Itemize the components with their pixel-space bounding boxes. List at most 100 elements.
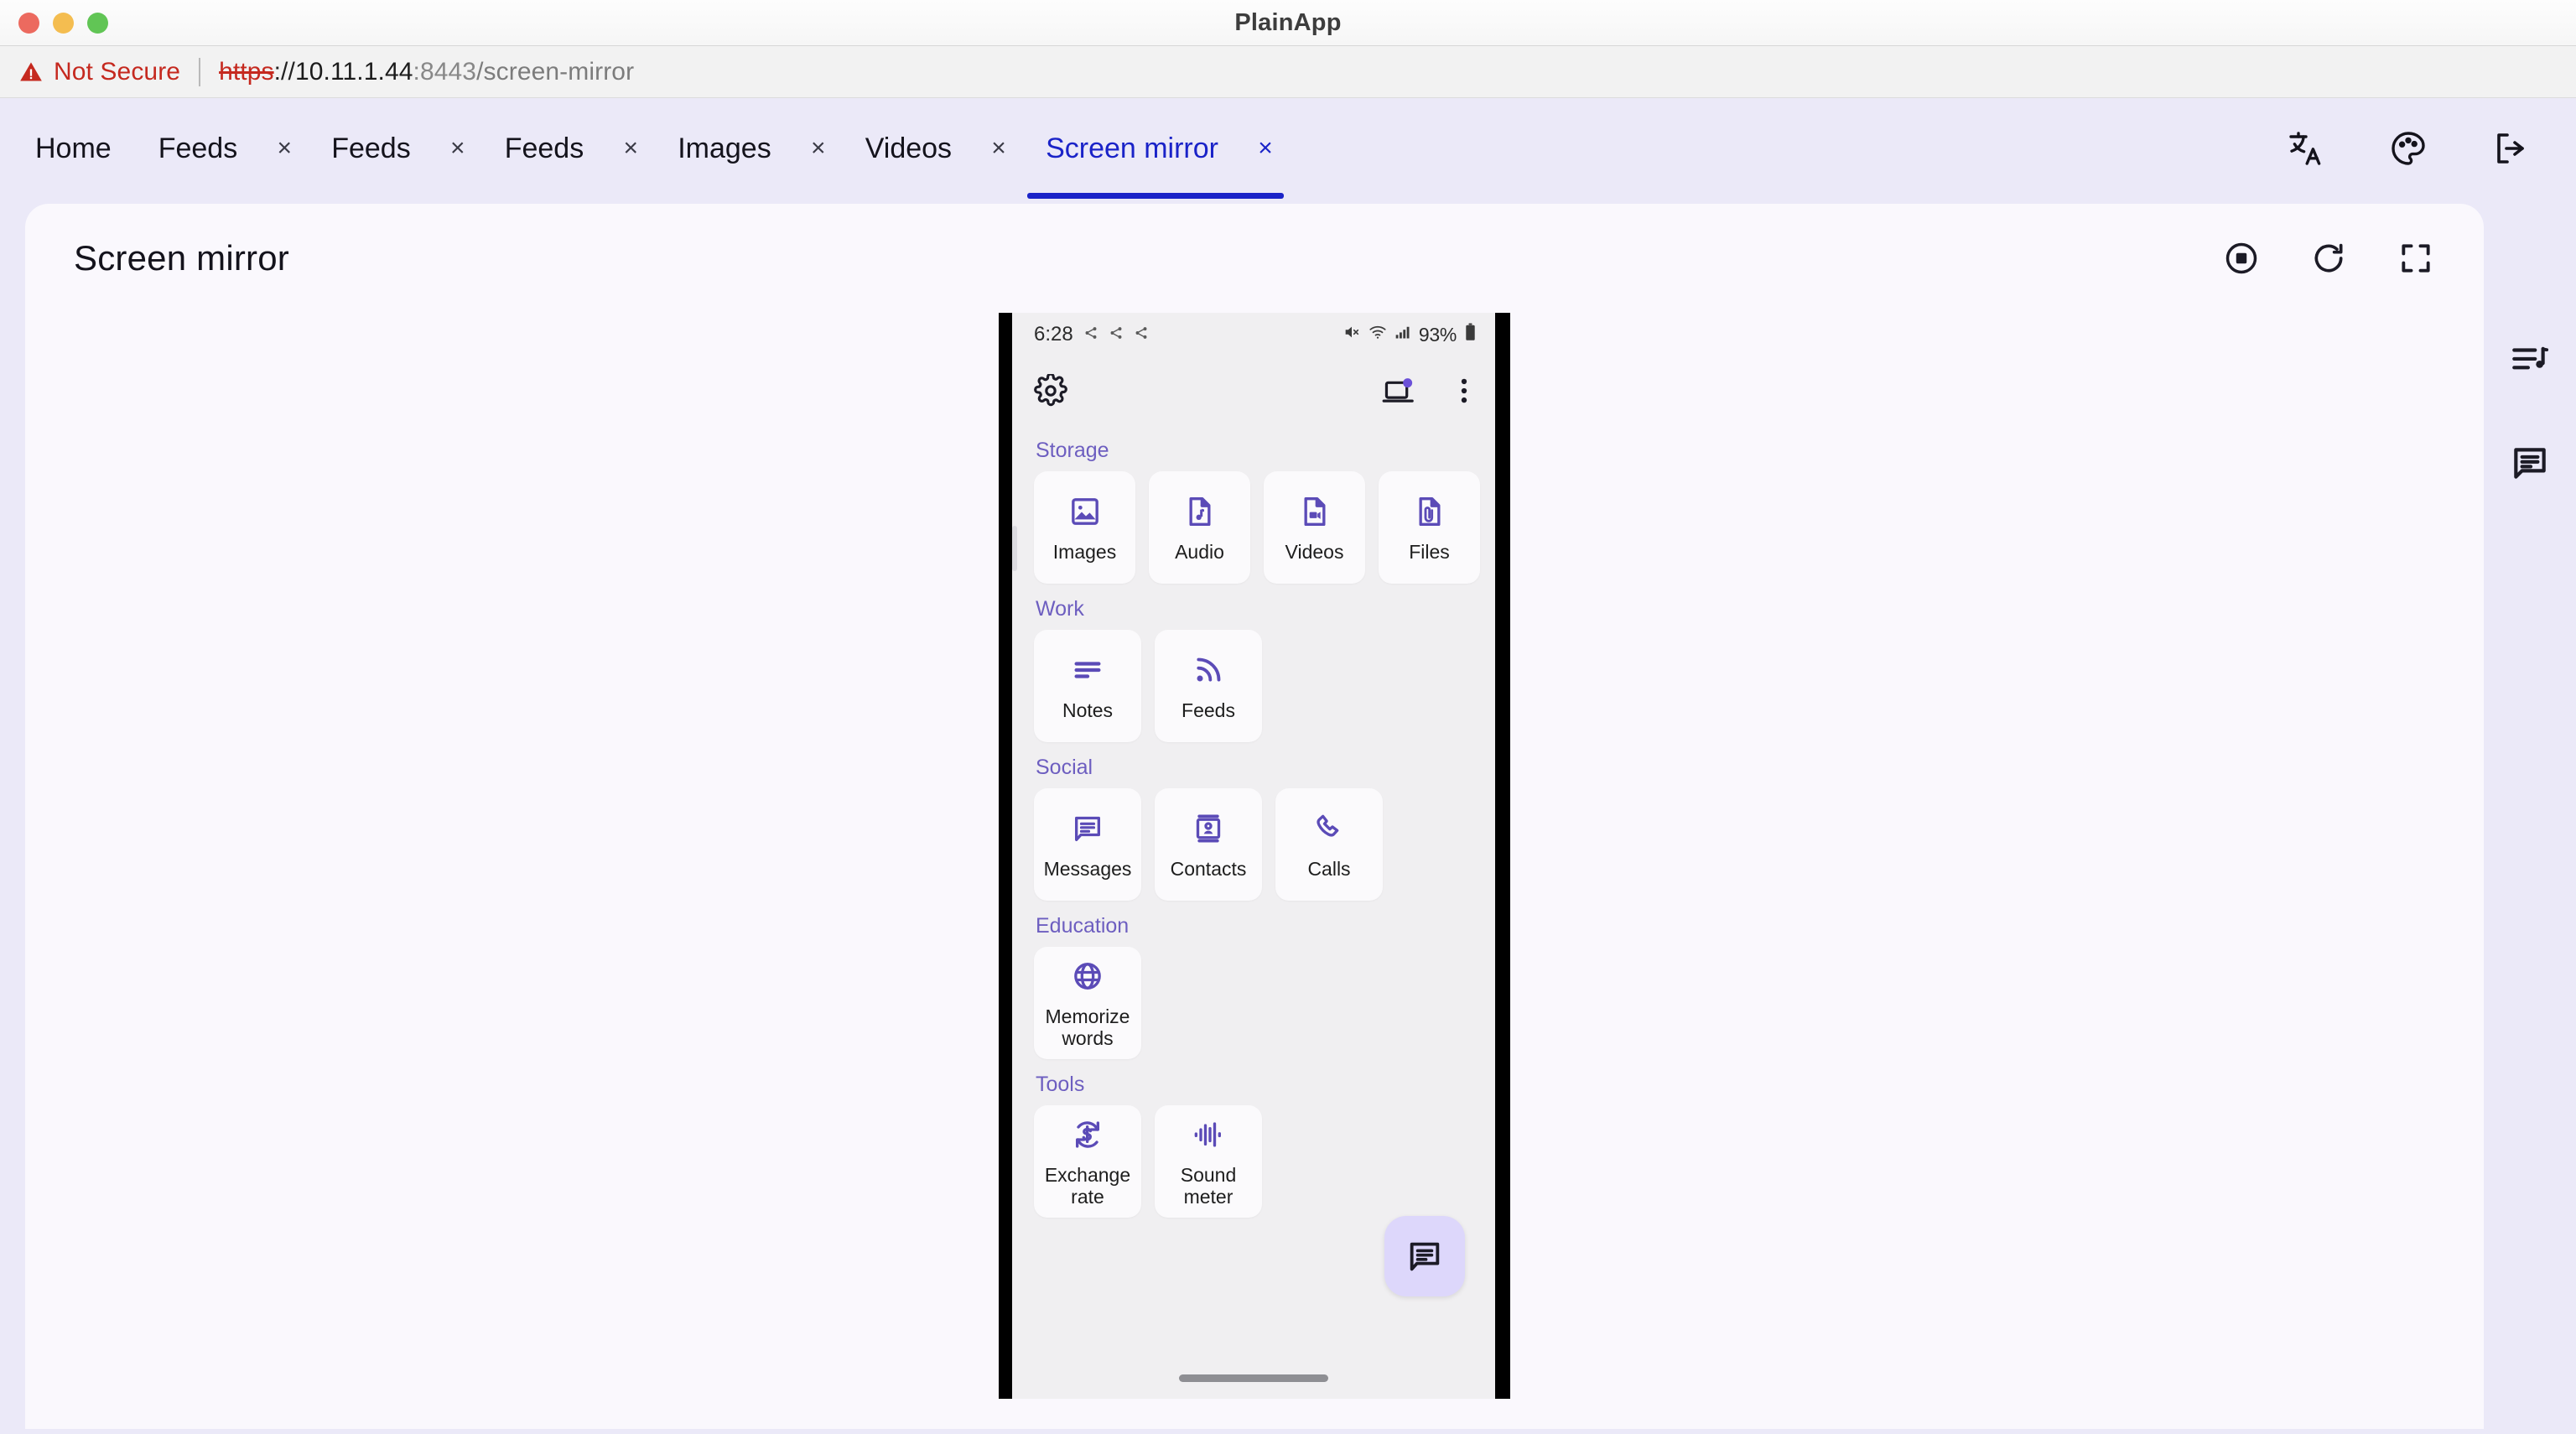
signal-icon — [1394, 323, 1411, 346]
tab-close-icon[interactable]: × — [1242, 98, 1289, 199]
status-bar-right: 93% — [1343, 323, 1477, 347]
not-secure-label: Not Secure — [54, 58, 180, 86]
scroll-indicator — [1012, 526, 1017, 571]
section-title-storage: Storage — [1036, 439, 1480, 463]
tab-label: Home — [12, 98, 135, 199]
tab-label: Feeds — [481, 98, 608, 199]
tile-memorize-words[interactable]: Memorize words — [1034, 947, 1141, 1059]
stop-recording-icon[interactable] — [2222, 239, 2261, 278]
tab-feeds-3[interactable]: Feeds × — [481, 98, 655, 199]
attachment-file-icon — [1410, 491, 1450, 532]
translate-icon[interactable] — [2284, 127, 2328, 170]
status-bar-left: 6:28 — [1034, 323, 1149, 346]
section-title-tools: Tools — [1036, 1073, 1480, 1097]
share-1-icon — [1083, 323, 1098, 346]
tile-label: Exchange rate — [1034, 1165, 1141, 1208]
phone-call-icon — [1309, 808, 1349, 849]
tile-images[interactable]: Images — [1034, 471, 1135, 584]
phone-frame: 6:28 — [999, 313, 1510, 1399]
tile-label: Messages — [1041, 859, 1135, 881]
tile-calls[interactable]: Calls — [1275, 788, 1383, 901]
video-file-icon — [1295, 491, 1335, 532]
tile-label: Videos — [1282, 542, 1348, 564]
window-titlebar: PlainApp — [0, 0, 2576, 46]
fullscreen-icon[interactable] — [2397, 239, 2435, 278]
globe-icon — [1067, 956, 1108, 996]
image-file-icon — [1065, 491, 1105, 532]
sound-wave-icon — [1188, 1114, 1228, 1155]
tile-notes[interactable]: Notes — [1034, 630, 1141, 742]
share-3-icon — [1134, 323, 1149, 346]
tile-audio[interactable]: Audio — [1149, 471, 1250, 584]
tile-label: Audio — [1171, 542, 1228, 564]
url-path: /screen-mirror — [476, 58, 634, 86]
battery-icon — [1464, 323, 1477, 347]
screen-mirror-viewport[interactable]: 6:28 — [25, 313, 2484, 1429]
mute-icon — [1343, 323, 1361, 347]
warning-triangle-icon — [18, 60, 44, 84]
tab-close-icon[interactable]: × — [607, 98, 654, 199]
section-grid-work: Notes Feeds — [1034, 630, 1480, 742]
rss-feed-icon — [1188, 650, 1228, 690]
tab-bar: Home Feeds × Feeds × Feeds × Images × Vi… — [0, 98, 2576, 199]
section-grid-education: Memorize words — [1034, 947, 1480, 1059]
tab-label: Videos — [842, 98, 975, 199]
exchange-rate-icon — [1067, 1114, 1108, 1155]
active-tab-underline — [1027, 193, 1284, 199]
refresh-icon[interactable] — [2309, 239, 2348, 278]
main-content-card: Screen mirror — [25, 204, 2484, 1429]
tile-contacts[interactable]: Contacts — [1155, 788, 1262, 901]
logout-icon[interactable] — [2489, 127, 2532, 170]
tab-close-icon[interactable]: × — [261, 98, 308, 199]
tab-label: Images — [654, 98, 795, 199]
tab-images[interactable]: Images × — [654, 98, 842, 199]
section-title-social: Social — [1036, 756, 1480, 780]
tab-label: Screen mirror — [1022, 98, 1242, 199]
tile-messages[interactable]: Messages — [1034, 788, 1141, 901]
tile-files[interactable]: Files — [1379, 471, 1480, 584]
phone-screen[interactable]: 6:28 — [1012, 313, 1495, 1399]
content-header-actions — [2222, 239, 2435, 278]
url-host: 10.11.1.44 — [295, 58, 413, 86]
window-title: PlainApp — [0, 9, 2576, 37]
address-text[interactable]: https://10.11.1.44:8443/screen-mirror — [219, 58, 634, 86]
playlist-icon[interactable] — [2507, 338, 2553, 383]
tab-home[interactable]: Home — [12, 98, 135, 199]
tab-videos[interactable]: Videos × — [842, 98, 1022, 199]
tile-feeds[interactable]: Feeds — [1155, 630, 1262, 742]
settings-gear-icon[interactable] — [1034, 374, 1067, 408]
section-grid-tools: Exchange rate — [1034, 1105, 1480, 1218]
tile-exchange-rate[interactable]: Exchange rate — [1034, 1105, 1141, 1218]
tile-label: Images — [1050, 542, 1119, 564]
url-scheme: https — [219, 58, 274, 86]
tile-label: Files — [1405, 542, 1453, 564]
android-home-indicator — [1179, 1374, 1328, 1382]
tile-sound-meter[interactable]: Sound meter — [1155, 1105, 1262, 1218]
tile-videos[interactable]: Videos — [1264, 471, 1365, 584]
tile-label: Notes — [1059, 700, 1116, 722]
cast-laptop-icon[interactable] — [1381, 373, 1416, 408]
browser-address-bar[interactable]: Not Secure https://10.11.1.44:8443/scree… — [0, 46, 2576, 98]
palette-icon[interactable] — [2386, 127, 2430, 170]
section-grid-social: Messages — [1034, 788, 1480, 901]
status-time: 6:28 — [1034, 323, 1073, 346]
tab-close-icon[interactable]: × — [795, 98, 842, 199]
tab-feeds-2[interactable]: Feeds × — [308, 98, 481, 199]
notes-icon — [1067, 650, 1108, 690]
tab-feeds-1[interactable]: Feeds × — [135, 98, 309, 199]
chat-icon[interactable] — [2507, 440, 2553, 486]
overflow-menu-icon[interactable] — [1452, 375, 1477, 407]
section-title-work: Work — [1036, 597, 1480, 621]
tab-close-icon[interactable]: × — [975, 98, 1022, 199]
tab-screen-mirror[interactable]: Screen mirror × — [1022, 98, 1289, 199]
url-separator: :// — [274, 58, 295, 86]
android-app-bar-actions — [1381, 373, 1477, 408]
chat-fab[interactable] — [1384, 1216, 1465, 1296]
tab-close-icon[interactable]: × — [434, 98, 481, 199]
content-header: Screen mirror — [25, 204, 2484, 313]
tile-label: Calls — [1304, 859, 1353, 881]
audio-file-icon — [1180, 491, 1220, 532]
android-app-bar — [1012, 356, 1495, 425]
battery-percent: 93% — [1419, 324, 1457, 346]
share-2-icon — [1109, 323, 1124, 346]
